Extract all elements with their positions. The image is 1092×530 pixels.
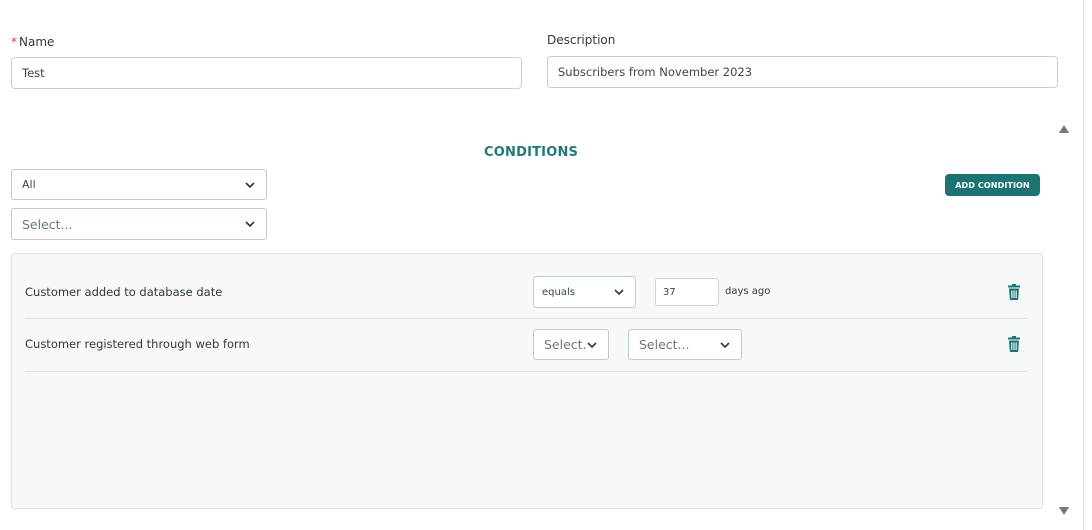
match-type-value: All: [22, 178, 36, 191]
condition-row-label: Customer registered through web form: [25, 337, 250, 351]
operator-value: equals: [542, 286, 575, 298]
page-right-border: [1083, 0, 1084, 530]
chevron-down-icon: [244, 218, 256, 230]
name-label: * Name: [11, 35, 54, 49]
name-label-text: Name: [19, 35, 55, 49]
chevron-down-icon: [586, 339, 598, 351]
name-input[interactable]: Test: [11, 57, 522, 89]
row-divider: [25, 318, 1028, 319]
value-placeholder: Select...: [639, 337, 690, 352]
add-condition-button[interactable]: ADD CONDITION: [945, 174, 1040, 196]
description-label: Description: [547, 33, 616, 47]
chevron-down-icon: [719, 339, 731, 351]
operator-placeholder: Select...: [544, 337, 586, 352]
condition-field-placeholder: Select...: [22, 216, 73, 232]
match-type-select[interactable]: All: [11, 169, 267, 200]
condition-field-select[interactable]: Select...: [11, 208, 267, 240]
operator-select[interactable]: Select...: [533, 329, 609, 360]
triangle-down-icon[interactable]: [1059, 507, 1069, 515]
trash-icon[interactable]: [1007, 284, 1021, 300]
condition-row-label: Customer added to database date: [25, 285, 223, 299]
chevron-down-icon: [613, 286, 625, 298]
operator-select[interactable]: equals: [533, 276, 636, 308]
conditions-title: CONDITIONS: [484, 145, 579, 160]
days-amount-input[interactable]: 37: [655, 278, 719, 306]
description-input-value: Subscribers from November 2023: [558, 65, 753, 79]
value-select[interactable]: Select...: [628, 329, 742, 360]
chevron-down-icon: [244, 179, 256, 191]
triangle-up-icon[interactable]: [1059, 125, 1069, 133]
required-marker: *: [11, 35, 17, 49]
days-unit-label: days ago: [725, 286, 771, 297]
name-input-value: Test: [22, 66, 45, 80]
days-amount-value: 37: [663, 286, 676, 298]
row-divider: [25, 371, 1028, 372]
trash-icon[interactable]: [1007, 336, 1021, 352]
description-input[interactable]: Subscribers from November 2023: [547, 56, 1058, 88]
